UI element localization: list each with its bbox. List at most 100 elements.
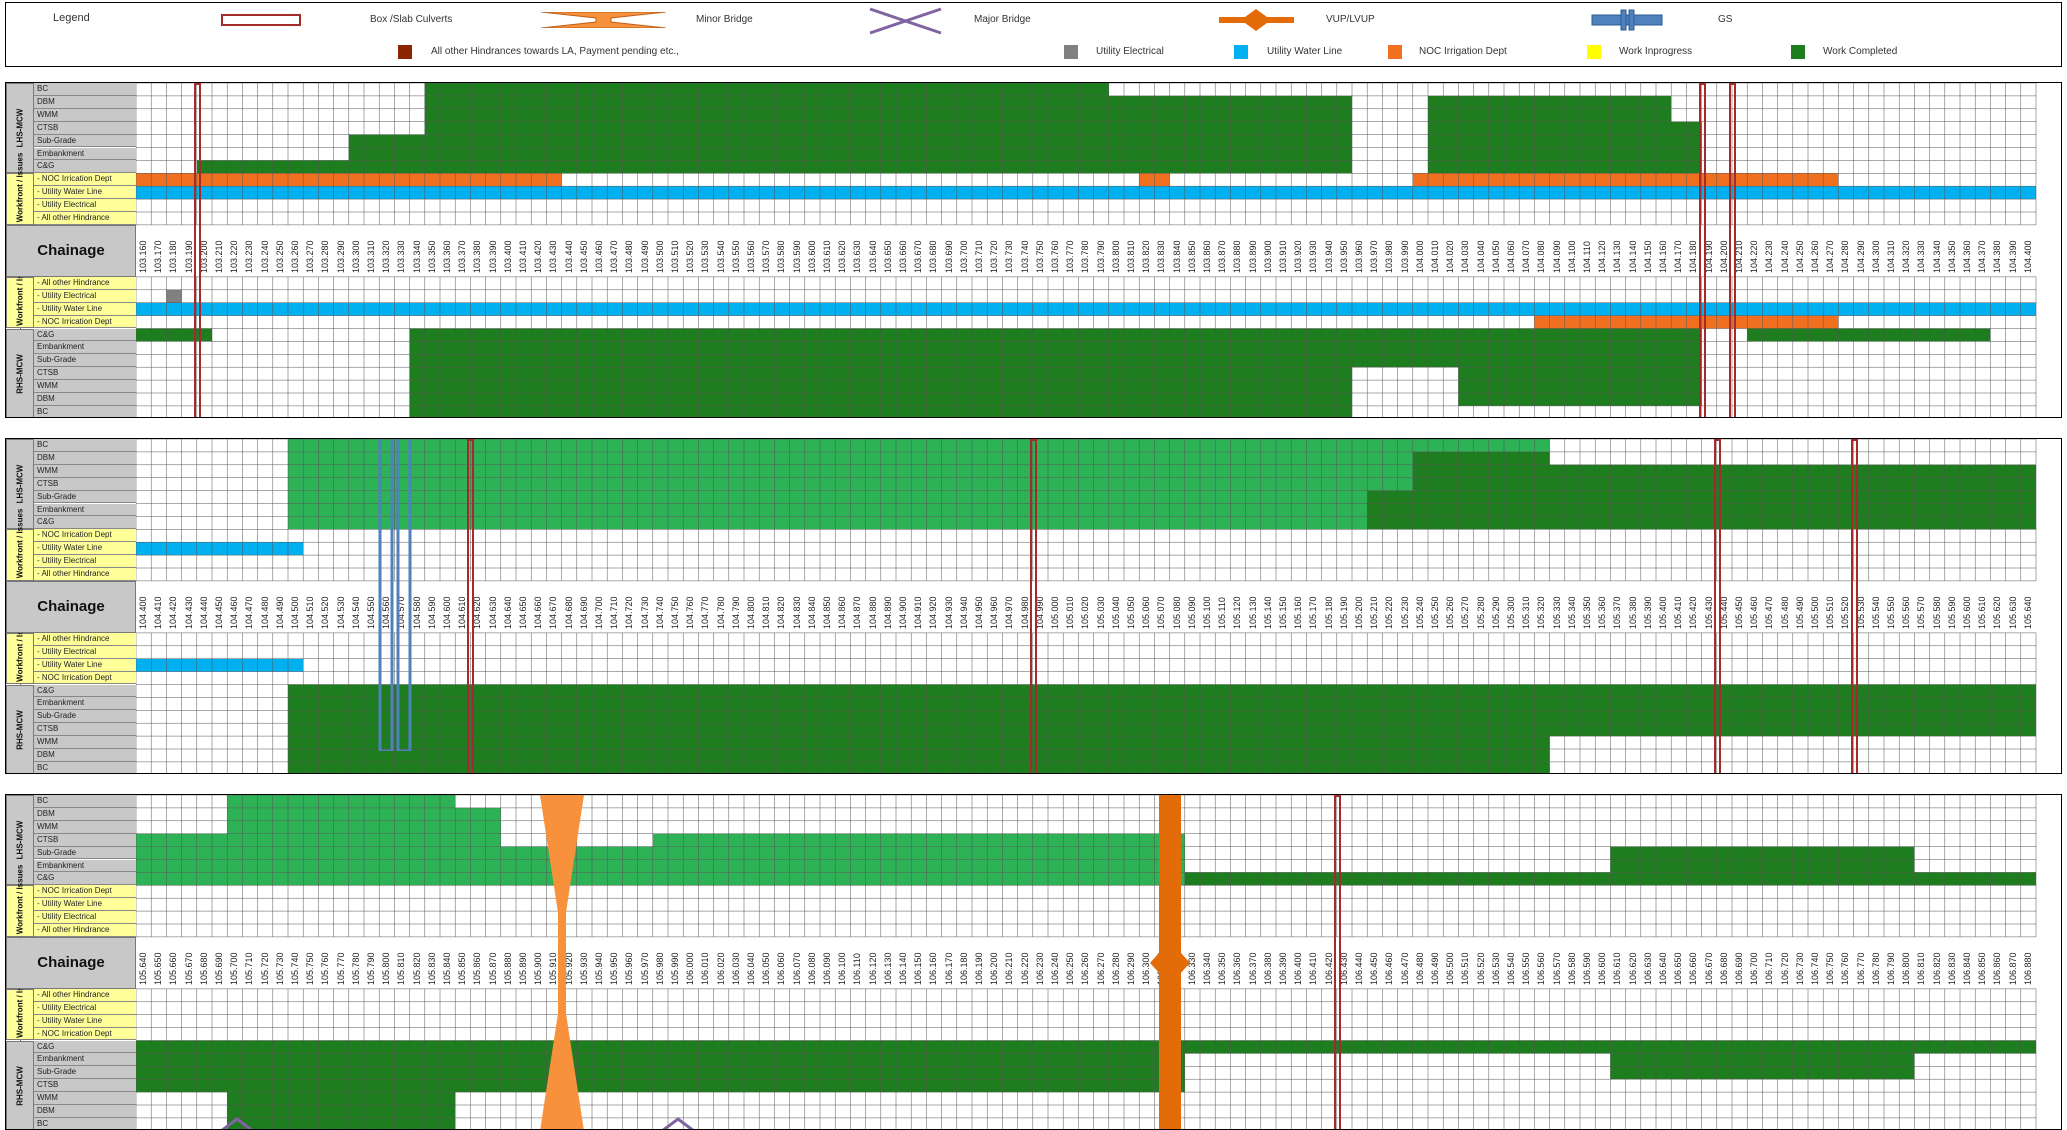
chainage-tick: 105.900 — [533, 941, 544, 985]
rhs-work-bar — [136, 1066, 1185, 1079]
chainage-tick: 105.750 — [305, 941, 316, 985]
hindrance-electrical-swatch — [1064, 45, 1078, 59]
chainage-tick: 105.170 — [1308, 585, 1319, 629]
lhs-row-label: DBM — [34, 808, 136, 821]
chainage-tick: 103.250 — [275, 229, 286, 273]
chainage-tick: 105.680 — [199, 941, 210, 985]
chainage-tick: 104.850 — [822, 585, 833, 629]
chainage-tick: 105.080 — [1172, 585, 1183, 629]
chainage-tick: 104.340 — [1932, 229, 1943, 273]
chainage-tick: 105.490 — [1795, 585, 1806, 629]
chainage-tick: 104.240 — [1780, 229, 1791, 273]
chainage-tick: 104.520 — [320, 585, 331, 629]
lhs-row-label: CTSB — [34, 122, 136, 135]
chainage-tick: 104.760 — [685, 585, 696, 629]
chainage-tick: 105.590 — [1947, 585, 1958, 629]
chainage-tick: 106.640 — [1658, 941, 1669, 985]
chainage-tick: 103.650 — [883, 229, 894, 273]
chainage-tick: 103.830 — [1156, 229, 1167, 273]
chainage-tick: 106.220 — [1020, 941, 1031, 985]
chainage-tick: 105.010 — [1065, 585, 1076, 629]
chainage-tick: 104.880 — [868, 585, 879, 629]
chainage-tick: 105.780 — [351, 941, 362, 985]
chainage-tick: 105.600 — [1962, 585, 1973, 629]
chainage-tick: 105.890 — [518, 941, 529, 985]
chainage-tick: 106.560 — [1536, 941, 1547, 985]
rhs-work-bar — [288, 697, 2036, 710]
chainage-tick: 105.800 — [381, 941, 392, 985]
rhs-row-label: BC — [34, 762, 136, 774]
rhs-hindrance-label: - All other Hindrance — [34, 277, 136, 290]
chainage-tick: 104.530 — [336, 585, 347, 629]
chainage-tick: 105.730 — [275, 941, 286, 985]
rhs-row-label: WMM — [34, 736, 136, 749]
rhs-mcw-group-text: RHS-MCW — [16, 1066, 25, 1106]
chainage-tick: 103.710 — [974, 229, 985, 273]
chainage-tick: 103.410 — [518, 229, 529, 273]
lhs-workfront-group: LHS - Workfront / Issues — [6, 173, 34, 225]
chainage-tick: 104.970 — [1004, 585, 1015, 629]
chainage-tick: 104.620 — [472, 585, 483, 629]
rhs-hindrance-label: - NOC Irrication Dept — [34, 672, 136, 685]
chainage-tick: 106.040 — [746, 941, 757, 985]
chainage-tick: 106.070 — [792, 941, 803, 985]
chainage-tick: 105.910 — [548, 941, 559, 985]
chainage-tick: 103.510 — [670, 229, 681, 273]
chainage-tick: 106.130 — [883, 941, 894, 985]
rhs-work-bar — [227, 1105, 455, 1118]
chainage-tick: 104.370 — [1977, 229, 1988, 273]
chainage-tick: 105.840 — [442, 941, 453, 985]
chainage-tick: 106.050 — [761, 941, 772, 985]
lhs-work-bar — [653, 834, 1185, 847]
chainage-tick: 104.360 — [1962, 229, 1973, 273]
chainage-tick: 105.020 — [1080, 585, 1091, 629]
chainage-tick: 105.180 — [1324, 585, 1335, 629]
lhs-row-label: Sub-Grade — [34, 847, 136, 860]
chainage-tick: 104.140 — [1628, 229, 1639, 273]
chainage-tick: 105.550 — [1886, 585, 1897, 629]
chainage-tick: 104.650 — [518, 585, 529, 629]
chainage-tick: 104.320 — [1901, 229, 1912, 273]
chainage-tick: 103.930 — [1308, 229, 1319, 273]
rhs-work-bar — [288, 762, 1550, 774]
chainage-tick: 105.540 — [1871, 585, 1882, 629]
chainage-tick: 106.500 — [1445, 941, 1456, 985]
chainage-tick: 105.810 — [396, 941, 407, 985]
chainage-tick: 103.420 — [533, 229, 544, 273]
chainage-tick: 104.400 — [138, 585, 149, 629]
rhs-hindrance-label: - Utility Water Line — [34, 303, 136, 316]
chainage-tick: 103.370 — [457, 229, 468, 273]
rhs-row-label: CTSB — [34, 723, 136, 736]
chainage-tick: 105.350 — [1582, 585, 1593, 629]
lhs-row-label: CTSB — [34, 478, 136, 491]
chainage-tick: 106.470 — [1400, 941, 1411, 985]
chainage-tick: 106.660 — [1688, 941, 1699, 985]
chainage-tick: 106.290 — [1126, 941, 1137, 985]
legend-label-major-bridge: Major Bridge — [974, 14, 1031, 26]
chainage-tick: 106.800 — [1901, 941, 1912, 985]
chainage-tick: 104.420 — [168, 585, 179, 629]
chainage-tick: 106.230 — [1035, 941, 1046, 985]
chainage-tick: 105.980 — [655, 941, 666, 985]
chainage-tick: 104.990 — [1035, 585, 1046, 629]
rhs-hindrance-label: - All other Hindrance — [34, 989, 136, 1002]
lhs-hindrance-label: - All other Hindrance — [34, 212, 136, 225]
chainage-tick: 104.160 — [1658, 229, 1669, 273]
chainage-tick: 104.040 — [1476, 229, 1487, 273]
chainage-tick: 106.340 — [1202, 941, 1213, 985]
rhs-row-label: BC — [34, 1118, 136, 1130]
chainage-tick: 103.880 — [1232, 229, 1243, 273]
chainage-tick: 103.390 — [488, 229, 499, 273]
chainage-tick: 103.690 — [944, 229, 955, 273]
major-bridge-symbol — [868, 7, 943, 35]
chainage-tick: 104.460 — [229, 585, 240, 629]
lhs-work-bar — [136, 860, 1185, 873]
chainage-tick: 104.600 — [442, 585, 453, 629]
lhs-row-label: Embankment — [34, 860, 136, 873]
strip-panel-1: 103.160103.170103.180103.190103.200103.2… — [5, 82, 2062, 418]
chainage-label: Chainage — [6, 937, 136, 989]
chainage-tick: 106.810 — [1916, 941, 1927, 985]
chainage-tick: 106.730 — [1795, 941, 1806, 985]
chainage-tick: 104.410 — [153, 585, 164, 629]
chainage-tick: 103.820 — [1141, 229, 1152, 273]
